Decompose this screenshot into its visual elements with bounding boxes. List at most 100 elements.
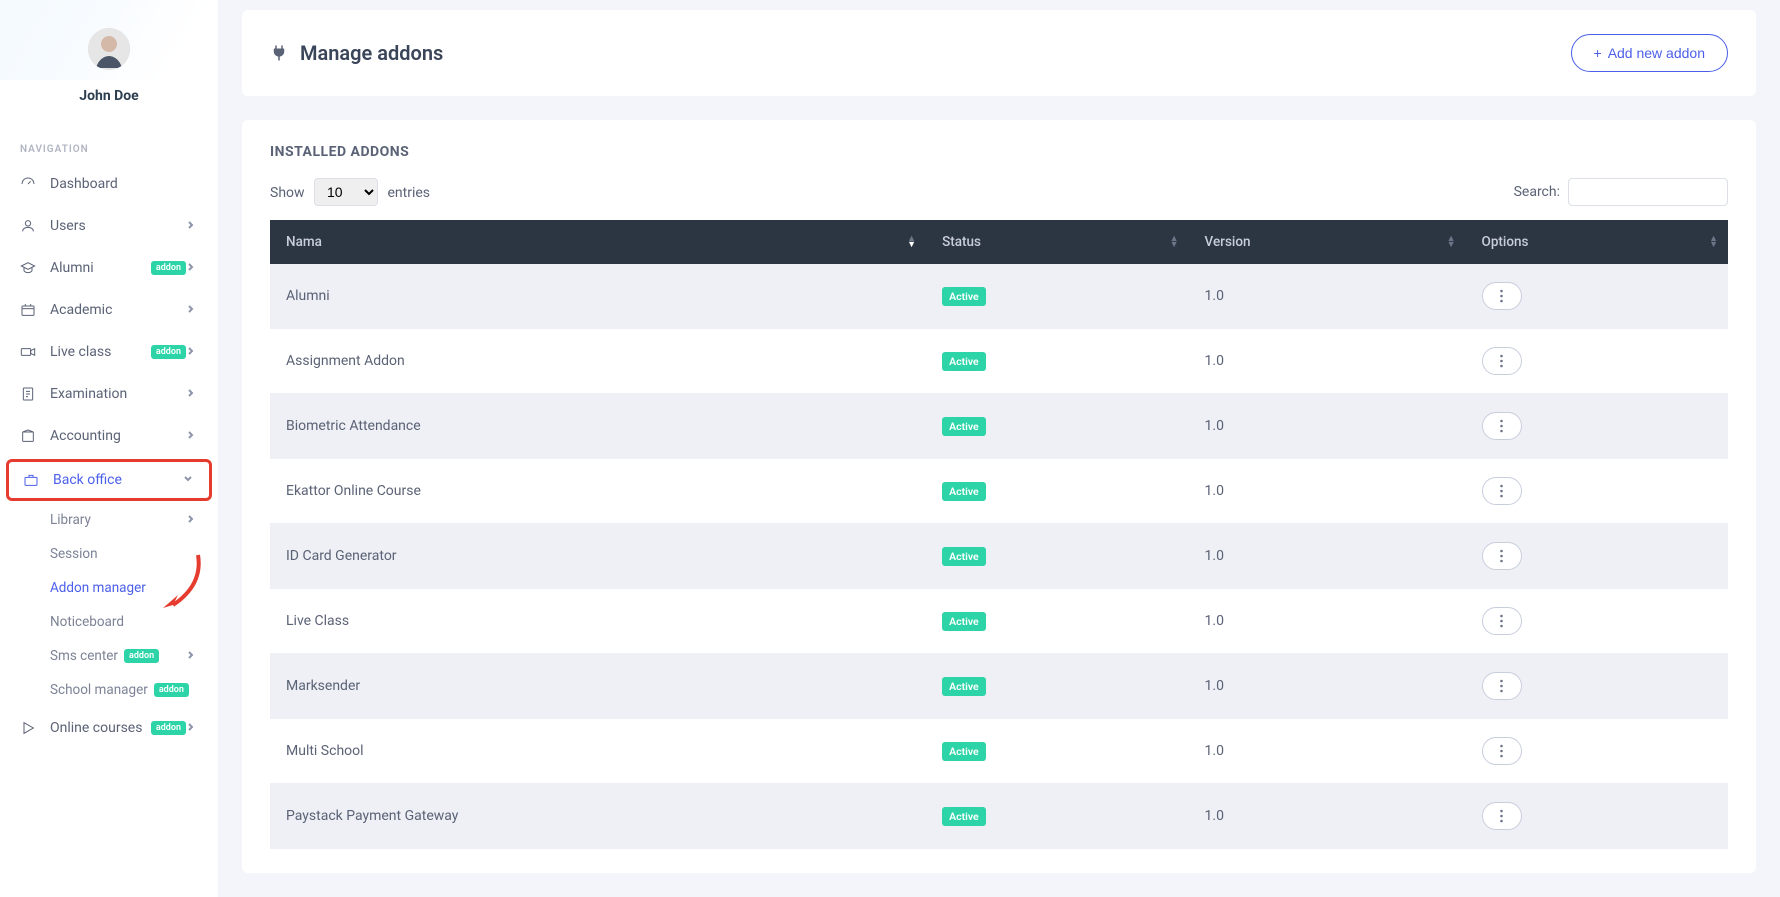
table-row: AlumniActive1.0 <box>270 264 1728 329</box>
addon-badge: addon <box>151 721 186 735</box>
chevron-right-icon <box>186 302 200 318</box>
cell-status: Active <box>926 784 1188 849</box>
sidebar-subitem-label: School manager <box>50 682 148 698</box>
search-label: Search: <box>1514 184 1560 200</box>
chevron-right-icon <box>186 512 200 528</box>
sidebar-item-academic[interactable]: Academic <box>0 289 218 331</box>
sidebar-item-label: Back office <box>53 472 183 488</box>
sidebar-item-back-office[interactable]: Back office <box>6 459 212 501</box>
status-badge: Active <box>942 417 986 436</box>
cell-name: Assignment Addon <box>270 329 926 394</box>
sidebar-item-label: Users <box>50 218 186 234</box>
exam-icon <box>18 384 38 404</box>
sidebar-subitem-label: Addon manager <box>50 580 146 596</box>
installed-addons-card: INSTALLED ADDONS Show 10 entries Search: <box>242 120 1756 873</box>
chevron-right-icon <box>186 648 200 664</box>
play-icon <box>18 718 38 738</box>
sidebar-subitem-school-manager[interactable]: School manageraddon <box>0 673 218 707</box>
sidebar-item-alumni[interactable]: Alumniaddon <box>0 247 218 289</box>
col-options[interactable]: Options▲▼ <box>1466 220 1728 264</box>
video-icon <box>18 342 38 362</box>
accounting-icon <box>18 426 38 446</box>
cell-status: Active <box>926 394 1188 459</box>
status-badge: Active <box>942 287 986 306</box>
sidebar-item-dashboard[interactable]: Dashboard <box>0 163 218 205</box>
sidebar-item-label: Alumni <box>50 260 145 276</box>
chevron-right-icon <box>186 428 200 444</box>
sidebar-subitem-label: Session <box>50 546 98 562</box>
row-options-button[interactable] <box>1482 672 1522 700</box>
sidebar-subitem-sms-center[interactable]: Sms center addon <box>0 639 218 673</box>
row-options-button[interactable] <box>1482 347 1522 375</box>
table-row: Live Class Active 1.0 <box>270 589 1728 654</box>
users-icon <box>18 216 38 236</box>
sidebar-item-label: Live class <box>50 344 145 360</box>
card-title: INSTALLED ADDONS <box>270 144 1728 160</box>
chevron-right-icon <box>186 386 200 402</box>
cell-status: Active <box>926 719 1188 784</box>
briefcase-icon <box>21 470 41 490</box>
sidebar-item-examination[interactable]: Examination <box>0 373 218 415</box>
row-options-button[interactable] <box>1482 477 1522 505</box>
cell-version: 1.0 <box>1189 524 1466 589</box>
cell-name: Live Class <box>270 589 926 654</box>
sidebar-item-users[interactable]: Users <box>0 205 218 247</box>
table-row: Multi SchoolActive1.0 <box>270 719 1728 784</box>
col-name[interactable]: Nama▲▼ <box>270 220 926 264</box>
cell-status: Active <box>926 524 1188 589</box>
nav-heading: NAVIGATION <box>0 114 218 163</box>
status-badge: Active <box>942 807 986 826</box>
sidebar-item-live-class[interactable]: Live class addon <box>0 331 218 373</box>
row-options-button[interactable] <box>1482 737 1522 765</box>
sidebar-subitem-label: Noticeboard <box>50 614 124 630</box>
status-badge: Active <box>942 482 986 501</box>
sidebar-subitem-label: Sms center <box>50 648 118 664</box>
table-row: Paystack Payment GatewayActive1.0 <box>270 784 1728 849</box>
entries-selector: Show 10 entries <box>270 178 430 206</box>
status-badge: Active <box>942 742 986 761</box>
cell-version: 1.0 <box>1189 784 1466 849</box>
alumni-icon <box>18 258 38 278</box>
col-status[interactable]: Status▲▼ <box>926 220 1188 264</box>
table-row: Biometric Attendance Active 1.0 <box>270 394 1728 459</box>
row-options-button[interactable] <box>1482 607 1522 635</box>
page-title: Manage addons <box>300 41 443 65</box>
row-options-button[interactable] <box>1482 542 1522 570</box>
addons-table: Nama▲▼ Status▲▼ Version▲▼ Options▲▼ Alum… <box>270 220 1728 849</box>
status-badge: Active <box>942 352 986 371</box>
addon-badge: addon <box>124 649 159 663</box>
row-options-button[interactable] <box>1482 802 1522 830</box>
plug-icon <box>270 44 288 62</box>
cell-status: Active <box>926 329 1188 394</box>
cell-status: Active <box>926 264 1188 329</box>
status-badge: Active <box>942 612 986 631</box>
cell-name: Biometric Attendance <box>270 394 926 459</box>
status-badge: Active <box>942 677 986 696</box>
profile-block: John Doe <box>0 0 218 114</box>
chevron-right-icon <box>186 218 200 234</box>
search-input[interactable] <box>1568 178 1728 206</box>
table-row: MarksenderActive1.0 <box>270 654 1728 719</box>
sidebar-item-label: Accounting <box>50 428 186 444</box>
entries-select[interactable]: 10 <box>314 178 378 206</box>
cell-version: 1.0 <box>1189 329 1466 394</box>
cell-version: 1.0 <box>1189 459 1466 524</box>
avatar[interactable] <box>88 28 130 70</box>
table-row: ID Card GeneratorActive1.0 <box>270 524 1728 589</box>
sidebar-item-online-courses[interactable]: Online courses addon <box>0 707 218 749</box>
row-options-button[interactable] <box>1482 412 1522 440</box>
add-new-addon-button[interactable]: + Add new addon <box>1571 34 1729 72</box>
sidebar-subitem-label: Library <box>50 512 91 528</box>
user-name: John Doe <box>0 88 218 104</box>
cell-version: 1.0 <box>1189 589 1466 654</box>
addon-badge: addon <box>151 345 186 359</box>
row-options-button[interactable] <box>1482 282 1522 310</box>
sidebar-item-accounting[interactable]: Accounting <box>0 415 218 457</box>
col-version[interactable]: Version▲▼ <box>1189 220 1466 264</box>
cell-status: Active <box>926 589 1188 654</box>
main-content: Manage addons + Add new addon INSTALLED … <box>218 0 1780 897</box>
cell-version: 1.0 <box>1189 654 1466 719</box>
sidebar-item-label: Online courses <box>50 720 145 736</box>
cell-version: 1.0 <box>1189 394 1466 459</box>
sidebar-subitem-library[interactable]: Library <box>0 503 218 537</box>
